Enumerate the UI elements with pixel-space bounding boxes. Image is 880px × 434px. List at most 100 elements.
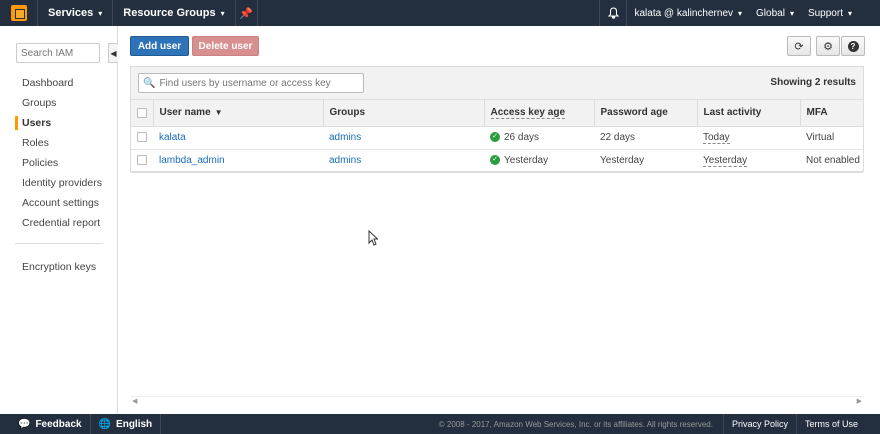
sidebar-search[interactable] [16,43,100,63]
speech-bubble-icon: 💬 [18,418,31,430]
user-name-cell: lambda_admin [153,149,323,173]
region-menu[interactable]: Global ▾ [749,0,801,26]
sidebar-item-account-settings[interactable]: Account settings [0,193,117,213]
region-label: Global [756,7,785,19]
globe-icon: 🌐 [98,418,112,430]
account-label: kalata @ kalinchernev [634,7,734,19]
support-menu[interactable]: Support ▾ [801,0,880,26]
aws-cube-icon [10,5,27,21]
mouse-cursor-icon [368,230,378,246]
password-age-cell: 22 days [594,126,697,150]
terms-of-use-link[interactable]: Terms of Use [795,414,880,434]
column-header-mfa[interactable]: MFA [800,100,863,127]
sidebar-item-roles[interactable]: Roles [0,133,117,153]
footer-bar: 💬 Feedback 🌐 English © 2008 - 2017, Amaz… [0,414,880,434]
group-link[interactable]: admins [329,132,361,143]
horizontal-scrollbar[interactable]: ◀ ▶ [130,396,864,405]
services-menu[interactable]: Services ▾ [38,0,114,26]
resource-groups-label: Resource Groups [123,7,216,19]
mfa-cell: Virtual [800,126,863,150]
language-label: English [116,418,153,430]
sidebar-item-dashboard[interactable]: Dashboard [0,73,117,93]
chevron-left-icon: ◀ [110,48,117,58]
row-select-cell [131,149,153,173]
results-count: Showing 2 results [770,77,856,88]
sidebar-item-identity-providers[interactable]: Identity providers [0,173,117,193]
groups-cell: admins [323,126,484,150]
row-checkbox[interactable] [137,132,147,143]
table-header-row: User name ▼ Groups Access key age Passwor… [131,100,863,127]
scroll-right-icon[interactable]: ▶ [857,397,862,405]
refresh-icon[interactable]: ⟳ [787,36,811,56]
privacy-policy-link[interactable]: Privacy Policy [722,414,796,434]
users-panel: 🔍 Showing 2 results User name▼ Groups Ac… [130,66,864,173]
delete-user-button[interactable]: Delete user [192,36,259,56]
account-menu[interactable]: kalata @ kalinchernev ▾ [627,0,749,26]
last-activity-cell: Yesterday [697,149,800,173]
top-navigation-bar: Services ▾ Resource Groups ▾ 📌 kalata @ … [0,0,880,26]
chevron-down-icon: ▾ [220,8,225,18]
check-circle-icon: ✓ [490,155,500,166]
services-label: Services [48,7,94,19]
access-key-age-value: 26 days [504,132,540,143]
bell-icon[interactable] [599,0,628,26]
resource-groups-menu[interactable]: Resource Groups ▾ [113,0,236,26]
chevron-down-icon: ▾ [847,8,852,18]
sidebar-item-groups[interactable]: Groups [0,93,117,113]
copyright-text: © 2008 - 2017, Amazon Web Services, Inc.… [438,419,713,429]
table-row[interactable]: lambda_admin admins ✓ Yesterday Yesterday… [131,149,863,173]
last-activity-value: Yesterday [703,155,748,167]
select-all-checkbox[interactable] [137,107,147,118]
access-key-age-cell: ✓ Yesterday [484,149,594,173]
chevron-down-icon: ▾ [789,8,794,18]
user-filter[interactable]: 🔍 [138,73,364,93]
gear-icon[interactable]: ⚙ [816,36,840,56]
support-label: Support [807,7,843,19]
sort-desc-icon: ▼ [214,108,223,118]
user-filter-input[interactable] [159,77,360,89]
help-icon[interactable]: ? [841,36,865,56]
groups-cell: admins [323,149,484,173]
mfa-cell: Not enabled [800,149,863,173]
sidebar-item-credential-report[interactable]: Credential report [0,213,117,233]
chevron-down-icon: ▾ [738,8,743,18]
aws-logo[interactable] [0,0,38,26]
last-activity-value: Today [703,132,730,144]
sidebar-item-encryption-keys[interactable]: Encryption keys [22,257,96,277]
column-header-user-name[interactable]: User name ▼ [153,100,324,127]
access-key-age-value: Yesterday [504,155,549,166]
user-name-cell: kalata [153,126,323,150]
add-user-button[interactable]: Add user [130,36,189,56]
group-link[interactable]: admins [329,155,361,166]
sidebar-menu: Dashboard Groups Users Roles Policies Id… [0,73,117,233]
language-selector[interactable]: 🌐 English [91,414,162,434]
search-icon: 🔍 [143,77,156,89]
user-link[interactable]: kalata [159,132,186,143]
user-link[interactable]: lambda_admin [159,155,225,166]
filter-bar: 🔍 Showing 2 results [131,67,863,100]
column-header-label: Access key age [490,107,566,120]
column-header-password-age[interactable]: Password age [594,100,698,127]
sidebar-divider [15,243,103,244]
check-circle-icon: ✓ [490,132,500,143]
select-all-cell [131,100,154,127]
table-row[interactable]: kalata admins ✓ 26 days 22 days Today Vir… [131,126,863,150]
row-checkbox[interactable] [137,155,147,166]
column-header-last-activity[interactable]: Last activity [697,100,801,127]
feedback-label: Feedback [35,418,82,430]
pin-icon[interactable]: 📌 [236,0,258,26]
column-header-groups[interactable]: Groups [323,100,485,127]
table-actions: ⟳ ⚙ ? [786,36,865,56]
row-select-cell [131,126,153,150]
sidebar-search-input[interactable] [21,47,95,59]
collapse-sidebar-button[interactable]: ◀ [108,43,118,63]
users-table: User name ▼ Groups Access key age Passwor… [131,100,863,173]
scroll-left-icon[interactable]: ◀ [132,397,137,405]
sidebar-item-users[interactable]: Users [0,113,117,133]
sidebar: ◀ Dashboard Groups Users Roles Policies … [0,26,118,414]
sidebar-item-policies[interactable]: Policies [0,153,117,173]
feedback-button[interactable]: 💬 Feedback [0,414,91,434]
last-activity-cell: Today [697,126,800,150]
access-key-age-cell: ✓ 26 days [484,126,594,150]
column-header-access-key-age[interactable]: Access key age [484,100,595,127]
